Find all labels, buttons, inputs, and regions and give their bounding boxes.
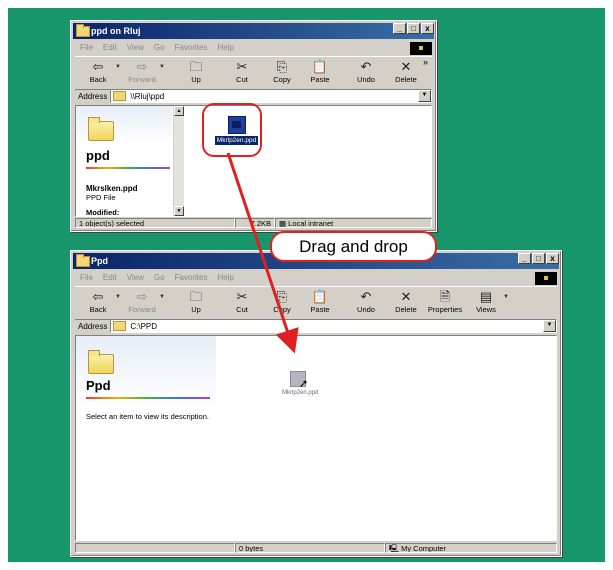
- drag-arrow: [226, 152, 299, 354]
- arrow-line: [226, 152, 299, 354]
